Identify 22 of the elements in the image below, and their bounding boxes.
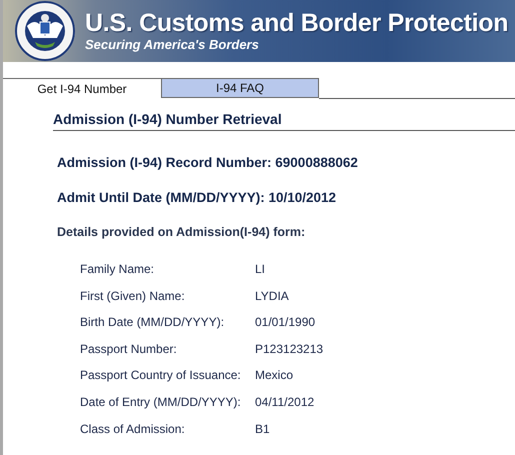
- section-title: Admission (I-94) Number Retrieval: [53, 111, 515, 131]
- admit-until-date: Admit Until Date (MM/DD/YYYY): 10/10/2012: [57, 190, 338, 205]
- field-value: 01/01/1990: [255, 315, 316, 330]
- field-value: LI: [255, 262, 266, 277]
- field-label: Passport Country of Issuance:: [80, 368, 242, 383]
- field-label: Family Name:: [80, 262, 156, 277]
- field-value: LYDIA: [255, 288, 290, 304]
- field-value: Mexico: [255, 368, 294, 383]
- field-value: P123123213: [255, 342, 324, 356]
- field-label: Date of Entry (MM/DD/YYYY):: [80, 394, 242, 410]
- seal-logo: [13, 0, 77, 62]
- field-value: B1: [255, 422, 271, 436]
- field-label: Passport Number:: [80, 342, 178, 356]
- tab[interactable]: I-94 FAQ: [161, 78, 319, 98]
- field-value: 04/11/2012: [255, 394, 316, 410]
- field-label: Birth Date (MM/DD/YYYY):: [80, 315, 226, 330]
- site-tagline: Securing America's Borders: [85, 37, 260, 53]
- site-title: U.S. Customs and Border Protection: [85, 9, 508, 37]
- details-heading: Details provided on Admission(I-94) form:: [57, 225, 306, 239]
- field-label: First (Given) Name:: [80, 288, 186, 304]
- record-number: Admission (I-94) Record Number: 69000888062: [57, 155, 359, 170]
- field-label: Class of Admission:: [80, 422, 186, 436]
